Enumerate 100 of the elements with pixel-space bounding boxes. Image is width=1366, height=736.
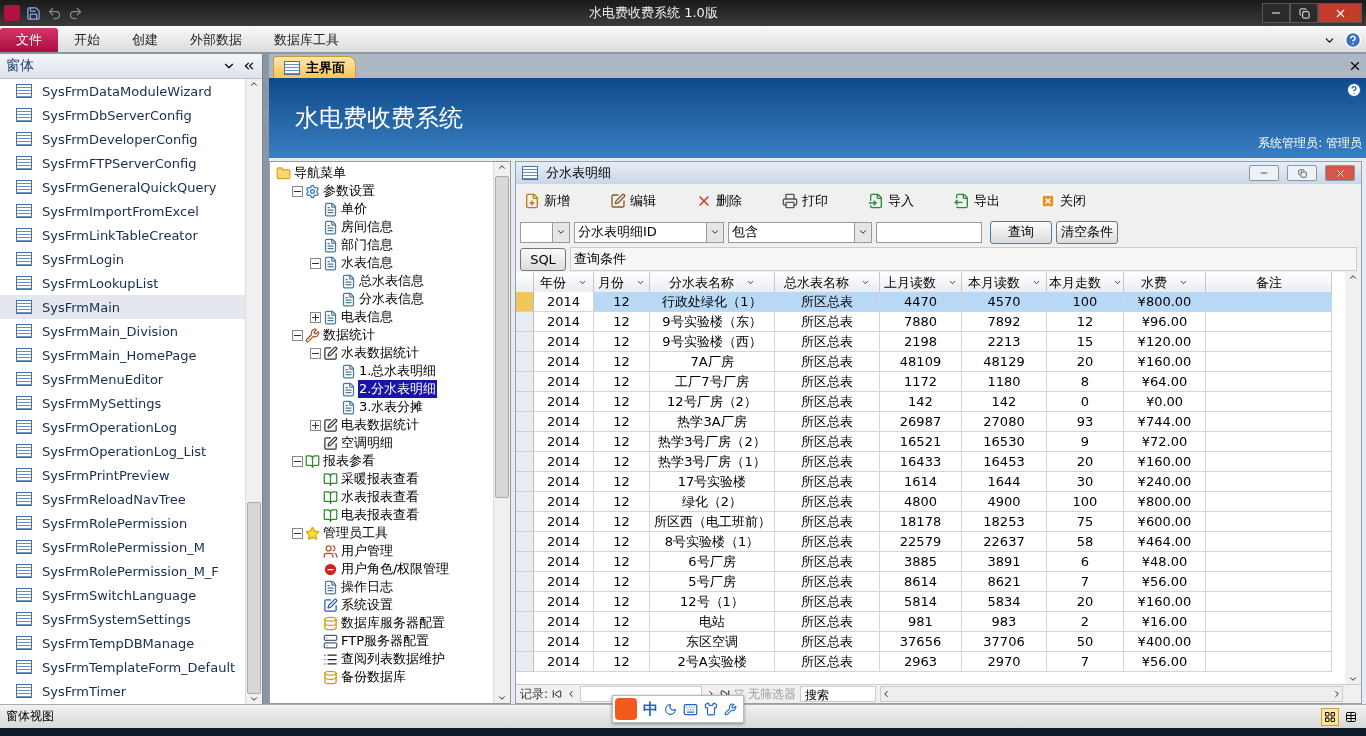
tree-item[interactable]: 2.分水表明细	[358, 380, 438, 398]
tree-item[interactable]: 查阅列表数据维护	[340, 650, 446, 668]
nav-item[interactable]: SysFrmSwitchLanguage	[0, 583, 245, 607]
document-tab[interactable]: 主界面	[273, 56, 356, 78]
toolbar-button[interactable]: 删除	[696, 192, 742, 210]
select-all-cell[interactable]	[516, 272, 534, 294]
nav-item[interactable]: SysFrmTempDBManage	[0, 631, 245, 655]
ribbon-tab[interactable]: 开始	[58, 28, 116, 52]
column-header[interactable]: 备注	[1206, 272, 1332, 294]
tree-item[interactable]: 单价	[340, 200, 368, 218]
tree-item[interactable]: 房间信息	[340, 218, 394, 236]
dropdown-field[interactable]	[520, 221, 570, 243]
tree-item[interactable]: 部门信息	[340, 236, 394, 254]
collapse-toggle-icon[interactable]	[310, 257, 321, 269]
operator-dropdown[interactable]: 包含	[728, 221, 872, 243]
nav-item[interactable]: SysFrmDeveloperConfig	[0, 127, 245, 151]
expand-toggle-icon[interactable]	[310, 419, 321, 431]
redo-icon[interactable]	[68, 5, 83, 21]
ribbon-tab[interactable]: 文件	[0, 28, 58, 52]
tree-item[interactable]: 3.水表分摊	[358, 398, 425, 416]
ime-mode[interactable]: 中	[643, 699, 658, 719]
collapse-toggle-icon[interactable]	[310, 347, 321, 359]
tree-item[interactable]: 电表信息	[340, 308, 394, 326]
help-icon[interactable]	[1346, 82, 1362, 98]
save-icon[interactable]	[26, 5, 41, 21]
tree-item[interactable]: 空调明细	[340, 434, 394, 452]
tree-item[interactable]: 水表数据统计	[340, 344, 420, 362]
sql-button[interactable]: SQL	[520, 247, 566, 271]
collapse-toggle-icon[interactable]	[292, 527, 303, 539]
form-view-button[interactable]	[1321, 707, 1339, 726]
first-record-icon[interactable]	[552, 689, 563, 699]
nav-item[interactable]: SysFrmMain	[0, 295, 245, 319]
wrench-icon[interactable]	[724, 702, 737, 716]
nav-item[interactable]: SysFrmTimer	[0, 679, 245, 703]
tree-item[interactable]: FTP服务器配置	[340, 632, 431, 650]
ribbon-tab[interactable]: 创建	[116, 28, 174, 52]
tree-item[interactable]: 总水表信息	[358, 272, 425, 290]
tree-item[interactable]: 系统设置	[340, 596, 394, 614]
nav-item[interactable]: SysFrmRolePermission_M_F	[0, 559, 245, 583]
collapse-icon[interactable]	[242, 59, 256, 73]
nav-item[interactable]: SysFrmReloadNavTree	[0, 487, 245, 511]
keyboard-icon[interactable]	[683, 701, 698, 717]
restore-button[interactable]	[1287, 165, 1317, 181]
horizontal-scrollbar[interactable]	[880, 686, 1343, 702]
nav-item[interactable]: SysFrmImportFromExcel	[0, 199, 245, 223]
column-header[interactable]: 本月读数	[962, 272, 1047, 294]
toolbar-button[interactable]: 导入	[868, 192, 914, 210]
collapse-toggle-icon[interactable]	[292, 455, 303, 467]
search-field[interactable]: 搜索	[800, 686, 877, 702]
nav-item[interactable]: SysFrmTemplateForm_Default	[0, 655, 245, 679]
collapse-toggle-icon[interactable]	[292, 185, 303, 197]
scrollbar[interactable]	[245, 79, 262, 704]
nav-item[interactable]: SysFrmDataModuleWizard	[0, 79, 245, 103]
column-header[interactable]: 分水表名称	[650, 272, 775, 294]
minimize-button[interactable]	[1262, 3, 1290, 23]
nav-item[interactable]: SysFrmRolePermission	[0, 511, 245, 535]
restore-button[interactable]	[1290, 3, 1318, 23]
nav-item[interactable]: SysFrmGeneralQuickQuery	[0, 175, 245, 199]
column-header[interactable]: 本月走数	[1047, 272, 1124, 294]
nav-item[interactable]: SysFrmRolePermission_M	[0, 535, 245, 559]
toolbar-button[interactable]: 打印	[782, 192, 828, 210]
query-button[interactable]: 查询	[990, 220, 1052, 244]
nav-item[interactable]: SysFrmLogin	[0, 247, 245, 271]
tree-item[interactable]: 采暖报表查看	[340, 470, 420, 488]
tree-item[interactable]: 1.总水表明细	[358, 362, 438, 380]
nav-item[interactable]: SysFrmMain_HomePage	[0, 343, 245, 367]
tree-item[interactable]: 用户管理	[340, 542, 394, 560]
tree-item[interactable]: 数据统计	[322, 326, 376, 344]
expand-toggle-icon[interactable]	[310, 311, 321, 323]
column-header[interactable]: 水费	[1124, 272, 1206, 294]
close-button[interactable]	[1318, 3, 1362, 23]
nav-item[interactable]: SysFrmPrintPreview	[0, 463, 245, 487]
tree-item[interactable]: 水表报表查看	[340, 488, 420, 506]
column-header[interactable]: 月份	[594, 272, 650, 294]
nav-item[interactable]: SysFrmLookupList	[0, 271, 245, 295]
close-button[interactable]	[1325, 165, 1355, 181]
tree-item[interactable]: 电表数据统计	[340, 416, 420, 434]
scrollbar[interactable]	[493, 162, 510, 703]
nav-item[interactable]: SysFrmOperationLog	[0, 415, 245, 439]
tree-item[interactable]: 用户角色/权限管理	[340, 560, 451, 578]
nav-item[interactable]: SysFrmMySettings	[0, 391, 245, 415]
undo-icon[interactable]	[47, 5, 62, 21]
minimize-button[interactable]	[1249, 165, 1279, 181]
scrollbar[interactable]	[1345, 272, 1361, 684]
ribbon-tab[interactable]: 数据库工具	[258, 28, 355, 52]
column-header[interactable]: 总水表名称	[775, 272, 880, 294]
value-input[interactable]	[876, 221, 982, 243]
toolbar-button[interactable]: 导出	[954, 192, 1000, 210]
clear-button[interactable]: 清空条件	[1056, 220, 1118, 244]
tree-item[interactable]: 备份数据库	[340, 668, 407, 686]
field-dropdown[interactable]: 分水表明细ID	[574, 221, 724, 243]
nav-item[interactable]: SysFrmMain_Division	[0, 319, 245, 343]
toolbar-button[interactable]: 新增	[524, 192, 570, 210]
column-header[interactable]: 年份	[534, 272, 594, 294]
moon-icon[interactable]	[664, 702, 677, 716]
toolbar-button[interactable]: 编辑	[610, 192, 656, 210]
tree-item[interactable]: 水表信息	[340, 254, 394, 272]
column-header[interactable]: 上月读数	[880, 272, 962, 294]
shirt-icon[interactable]	[704, 702, 718, 716]
nav-item[interactable]: SysFrmLinkTableCreator	[0, 223, 245, 247]
